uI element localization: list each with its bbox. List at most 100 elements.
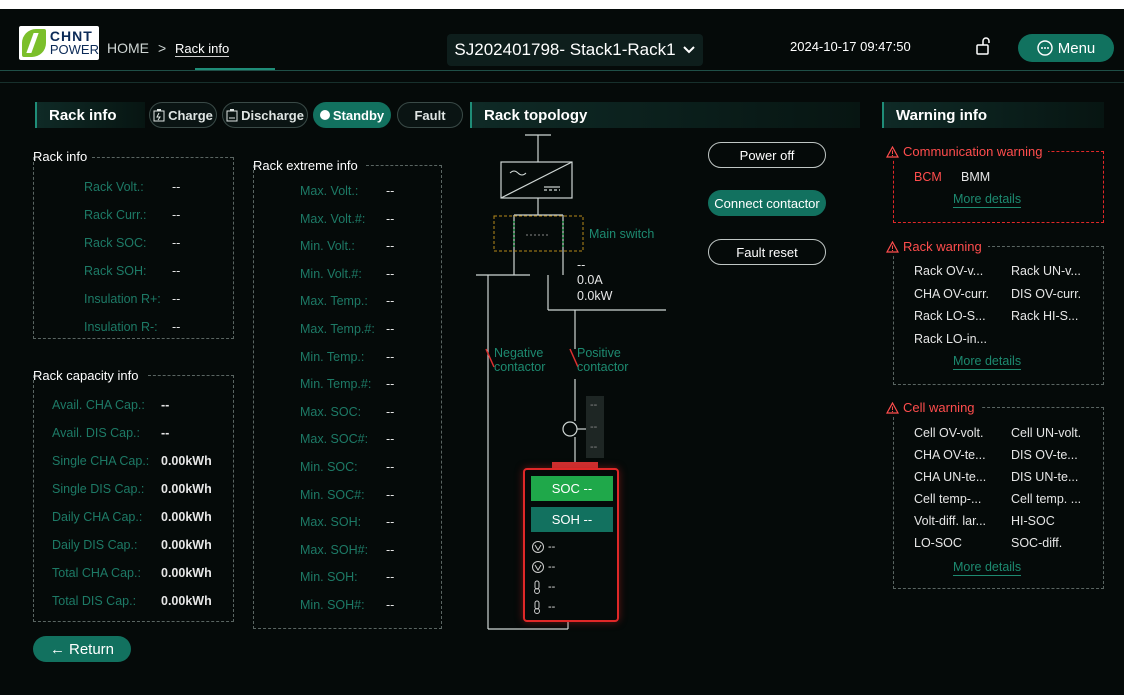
field-value: 0.00kWh xyxy=(161,594,212,608)
fault-reset-button[interactable]: Fault reset xyxy=(708,239,826,265)
field-value: -- xyxy=(386,570,395,585)
warning-item: Rack LO-S... xyxy=(914,309,986,323)
field-value: -- xyxy=(172,208,181,222)
cell-warning-title: Cell warning xyxy=(886,400,981,415)
chevron-down-icon xyxy=(682,46,695,54)
discharge-battery-icon xyxy=(226,108,238,121)
field-value: -- xyxy=(161,426,170,440)
power-off-button[interactable]: Power off xyxy=(708,142,826,168)
app-window: CHNT POWER HOME > Rack info SJ202401798- … xyxy=(0,9,1124,695)
warning-item: Rack OV-v... xyxy=(914,264,984,278)
field-label: Min. Temp.#: xyxy=(300,377,372,392)
field-value: -- xyxy=(386,266,395,281)
connect-contactor-button[interactable]: Connect contactor xyxy=(708,190,826,216)
field-value: -- xyxy=(386,184,395,198)
device-selector[interactable]: SJ202401798- Stack1-Rack1 xyxy=(447,34,703,66)
field-label: Daily DIS Cap.: xyxy=(52,538,138,552)
field-value: -- xyxy=(386,322,395,336)
max-voltage-icon xyxy=(532,540,544,553)
field-value: -- xyxy=(386,515,395,530)
rack-warning-title: Rack warning xyxy=(886,239,988,254)
bus-dash: -- xyxy=(577,258,586,272)
field-value: -- xyxy=(386,432,395,447)
field-value: -- xyxy=(172,180,181,194)
unlock-icon[interactable] xyxy=(974,37,992,55)
field-label: Min. SOH: xyxy=(300,570,358,585)
communication-warning-title-text: Communication warning xyxy=(903,144,1043,159)
field-value: 0.00kWh xyxy=(161,510,212,524)
menu-button[interactable]: Menu xyxy=(1018,34,1114,62)
field-label: Total CHA Cap.: xyxy=(52,566,141,580)
field-value: -- xyxy=(386,211,395,226)
field-value: -- xyxy=(172,320,181,334)
field-label: Avail. CHA Cap.: xyxy=(52,398,145,412)
field-value: -- xyxy=(386,542,395,557)
field-label: Insulation R-: xyxy=(84,320,158,334)
warning-item: DIS UN-te... xyxy=(1011,470,1079,484)
more-details-label: More details xyxy=(953,560,1022,576)
extreme-group xyxy=(253,165,442,629)
communication-warning-box xyxy=(893,151,1104,223)
mode-discharge[interactable]: Discharge xyxy=(222,102,308,128)
mode-fault[interactable]: Fault xyxy=(397,102,463,128)
metric-row: -- xyxy=(531,578,555,595)
mode-standby[interactable]: Standby xyxy=(313,102,391,128)
field-value: -- xyxy=(386,404,395,419)
leaf-logo-icon xyxy=(22,29,46,57)
more-dots-icon xyxy=(1037,40,1053,56)
field-value: -- xyxy=(172,264,181,278)
field-label: Insulation R+: xyxy=(84,292,161,306)
rack-more-details[interactable]: More details xyxy=(953,353,1022,370)
mode-standby-label: Standby xyxy=(332,107,385,123)
field-value: -- xyxy=(172,236,181,250)
rack-info-section-title: Rack info xyxy=(35,102,145,128)
return-button[interactable]: ← Return xyxy=(33,636,131,662)
bus-current: 0.0A xyxy=(577,273,603,287)
chint-power-logo: CHNT POWER xyxy=(19,26,99,60)
field-label: Total DIS Cap.: xyxy=(52,594,137,608)
standby-dot-icon xyxy=(319,110,330,120)
warning-item: DIS OV-te... xyxy=(1011,448,1078,462)
warning-triangle-icon xyxy=(886,240,899,253)
warning-info-title-text: Warning info xyxy=(896,106,988,124)
field-label: Max. Temp.: xyxy=(300,294,368,309)
field-label: Rack SOC: xyxy=(84,236,147,250)
metric-row: -- xyxy=(531,538,555,555)
warning-item: Cell OV-volt. xyxy=(914,426,984,440)
warning-item: SOC-diff. xyxy=(1011,536,1063,550)
field-value: -- xyxy=(386,294,395,309)
metric-value: -- xyxy=(548,600,556,613)
min-temperature-icon xyxy=(534,600,540,614)
rack-info-title-text: Rack info xyxy=(49,106,117,124)
datetime: 2024-10-17 09:47:50 xyxy=(790,39,911,54)
meter-value-1: -- xyxy=(590,399,598,411)
field-label: Max. SOC: xyxy=(300,404,362,419)
warning-triangle-icon xyxy=(886,401,899,414)
field-value: 0.00kWh xyxy=(161,482,212,496)
soh-badge: SOH -- xyxy=(531,507,613,532)
comm-more-details[interactable]: More details xyxy=(953,192,1022,208)
field-label: Max. Temp.#: xyxy=(300,322,375,336)
warning-item: CHA UN-te... xyxy=(914,470,987,484)
field-label: Daily CHA Cap.: xyxy=(52,510,143,524)
field-value: -- xyxy=(386,598,395,612)
field-label: Min. SOH#: xyxy=(300,598,365,612)
rack-topology-title-text: Rack topology xyxy=(484,106,588,124)
field-label: Min. Volt.#: xyxy=(300,266,362,281)
rack-info-group-topline xyxy=(92,157,233,158)
warning-item: Rack HI-S... xyxy=(1011,309,1079,323)
cell-more-details[interactable]: More details xyxy=(953,559,1022,576)
field-label: Min. Volt.: xyxy=(300,239,355,254)
comm-item-bcm: BCM xyxy=(914,170,942,184)
field-value: -- xyxy=(386,349,395,364)
battery-module-card[interactable]: SOC -- SOH -- -- -- -- -- xyxy=(523,468,619,622)
warning-item: Rack UN-v... xyxy=(1011,264,1081,278)
metric-value: -- xyxy=(548,560,556,573)
field-value: -- xyxy=(386,377,395,392)
mode-charge[interactable]: Charge xyxy=(149,102,217,128)
warning-item: Cell UN-volt. xyxy=(1011,426,1082,440)
arrow-left-icon: ← xyxy=(49,640,65,658)
rack-warning-title-text: Rack warning xyxy=(903,239,982,254)
breadcrumb-home[interactable]: HOME xyxy=(107,40,149,56)
metric-value: -- xyxy=(548,580,556,593)
